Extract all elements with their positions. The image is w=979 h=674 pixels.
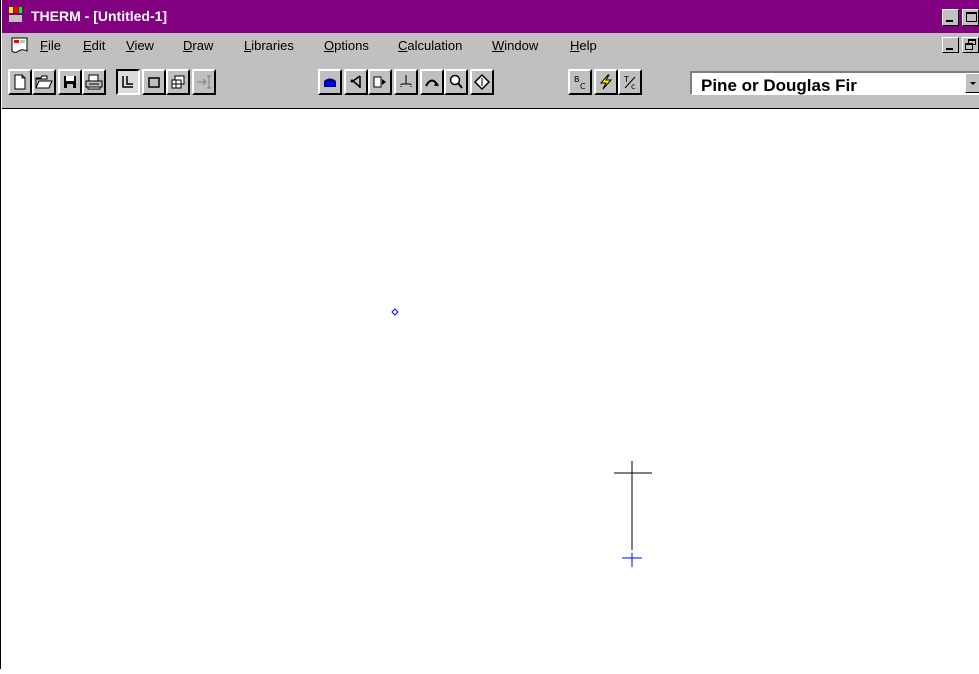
- fill-void-icon[interactable]: [318, 69, 342, 95]
- therm-window: THERM - [Untitled-1] File Edit View Draw…: [0, 0, 979, 669]
- print-icon[interactable]: [82, 69, 106, 95]
- polyline-icon[interactable]: [116, 69, 140, 95]
- menu-edit[interactable]: Edit: [83, 38, 105, 53]
- menu-calculation[interactable]: Calculation: [398, 38, 462, 53]
- menu-file[interactable]: File: [40, 38, 61, 53]
- menu-item-label: indow: [504, 38, 539, 53]
- menu-draw[interactable]: Draw: [183, 38, 213, 53]
- menu-item-label: ile: [47, 38, 61, 53]
- drawing-canvas[interactable]: [2, 109, 979, 669]
- menu-help[interactable]: Help: [570, 38, 597, 53]
- canvas-drawing: [391, 308, 652, 567]
- menu-bar: File Edit View Draw Libraries Options Ca…: [2, 33, 979, 57]
- menu-libraries[interactable]: Libraries: [244, 38, 294, 53]
- minimize-button[interactable]: [942, 9, 959, 26]
- arc-icon[interactable]: [420, 69, 444, 95]
- select-point-icon[interactable]: [344, 69, 368, 95]
- view-drag-icon[interactable]: [470, 69, 494, 95]
- material-select[interactable]: Pine or Douglas Fir: [690, 71, 979, 95]
- zoom-icon[interactable]: [444, 69, 468, 95]
- menu-item-label: ibraries: [251, 38, 294, 53]
- therm-app-icon[interactable]: [8, 6, 23, 23]
- maximize-button[interactable]: [962, 9, 979, 26]
- tfactor-icon[interactable]: T c: [618, 69, 642, 95]
- tfactor-bottom-glyph: c: [631, 82, 635, 90]
- locator-marker-icon: [391, 308, 399, 316]
- mdi-minimize-button[interactable]: [942, 37, 959, 53]
- boundary-icon[interactable]: [368, 69, 392, 95]
- tfactor-top-glyph: T: [623, 75, 629, 84]
- menu-item-label: iew: [134, 38, 154, 53]
- open-file-icon[interactable]: [32, 69, 56, 95]
- mdi-restore-button[interactable]: [962, 37, 979, 53]
- rectangle-icon[interactable]: [142, 69, 166, 95]
- calculate-icon[interactable]: [594, 69, 618, 95]
- save-icon[interactable]: [58, 69, 82, 95]
- menu-view[interactable]: View: [126, 38, 154, 53]
- window-title: THERM - [Untitled-1]: [31, 8, 168, 24]
- new-file-icon[interactable]: [8, 69, 32, 95]
- material-selected-value: Pine or Douglas Fir: [701, 76, 857, 95]
- menu-item-label: ptions: [334, 38, 369, 53]
- menu-item-label: raw: [192, 38, 214, 53]
- boundary-conditions-icon[interactable]: B C: [568, 69, 592, 95]
- chevron-down-icon[interactable]: [965, 73, 979, 93]
- bc-bottom-glyph: C: [580, 82, 586, 90]
- insert-window-icon[interactable]: [166, 69, 190, 95]
- menu-window[interactable]: Window: [492, 38, 538, 53]
- document-icon[interactable]: [10, 36, 32, 54]
- menu-options[interactable]: Options: [324, 38, 369, 53]
- locator-icon[interactable]: [192, 69, 216, 95]
- bc-top-glyph: B: [574, 75, 580, 84]
- menu-item-label: dit: [91, 38, 106, 53]
- toolbar: B C T c Pine or Douglas Fir: [2, 57, 979, 109]
- title-bar[interactable]: THERM - [Untitled-1]: [2, 0, 979, 33]
- menu-item-label: alculation: [407, 38, 463, 53]
- menu-item-label: elp: [579, 38, 597, 53]
- rotate-icon[interactable]: [394, 69, 418, 95]
